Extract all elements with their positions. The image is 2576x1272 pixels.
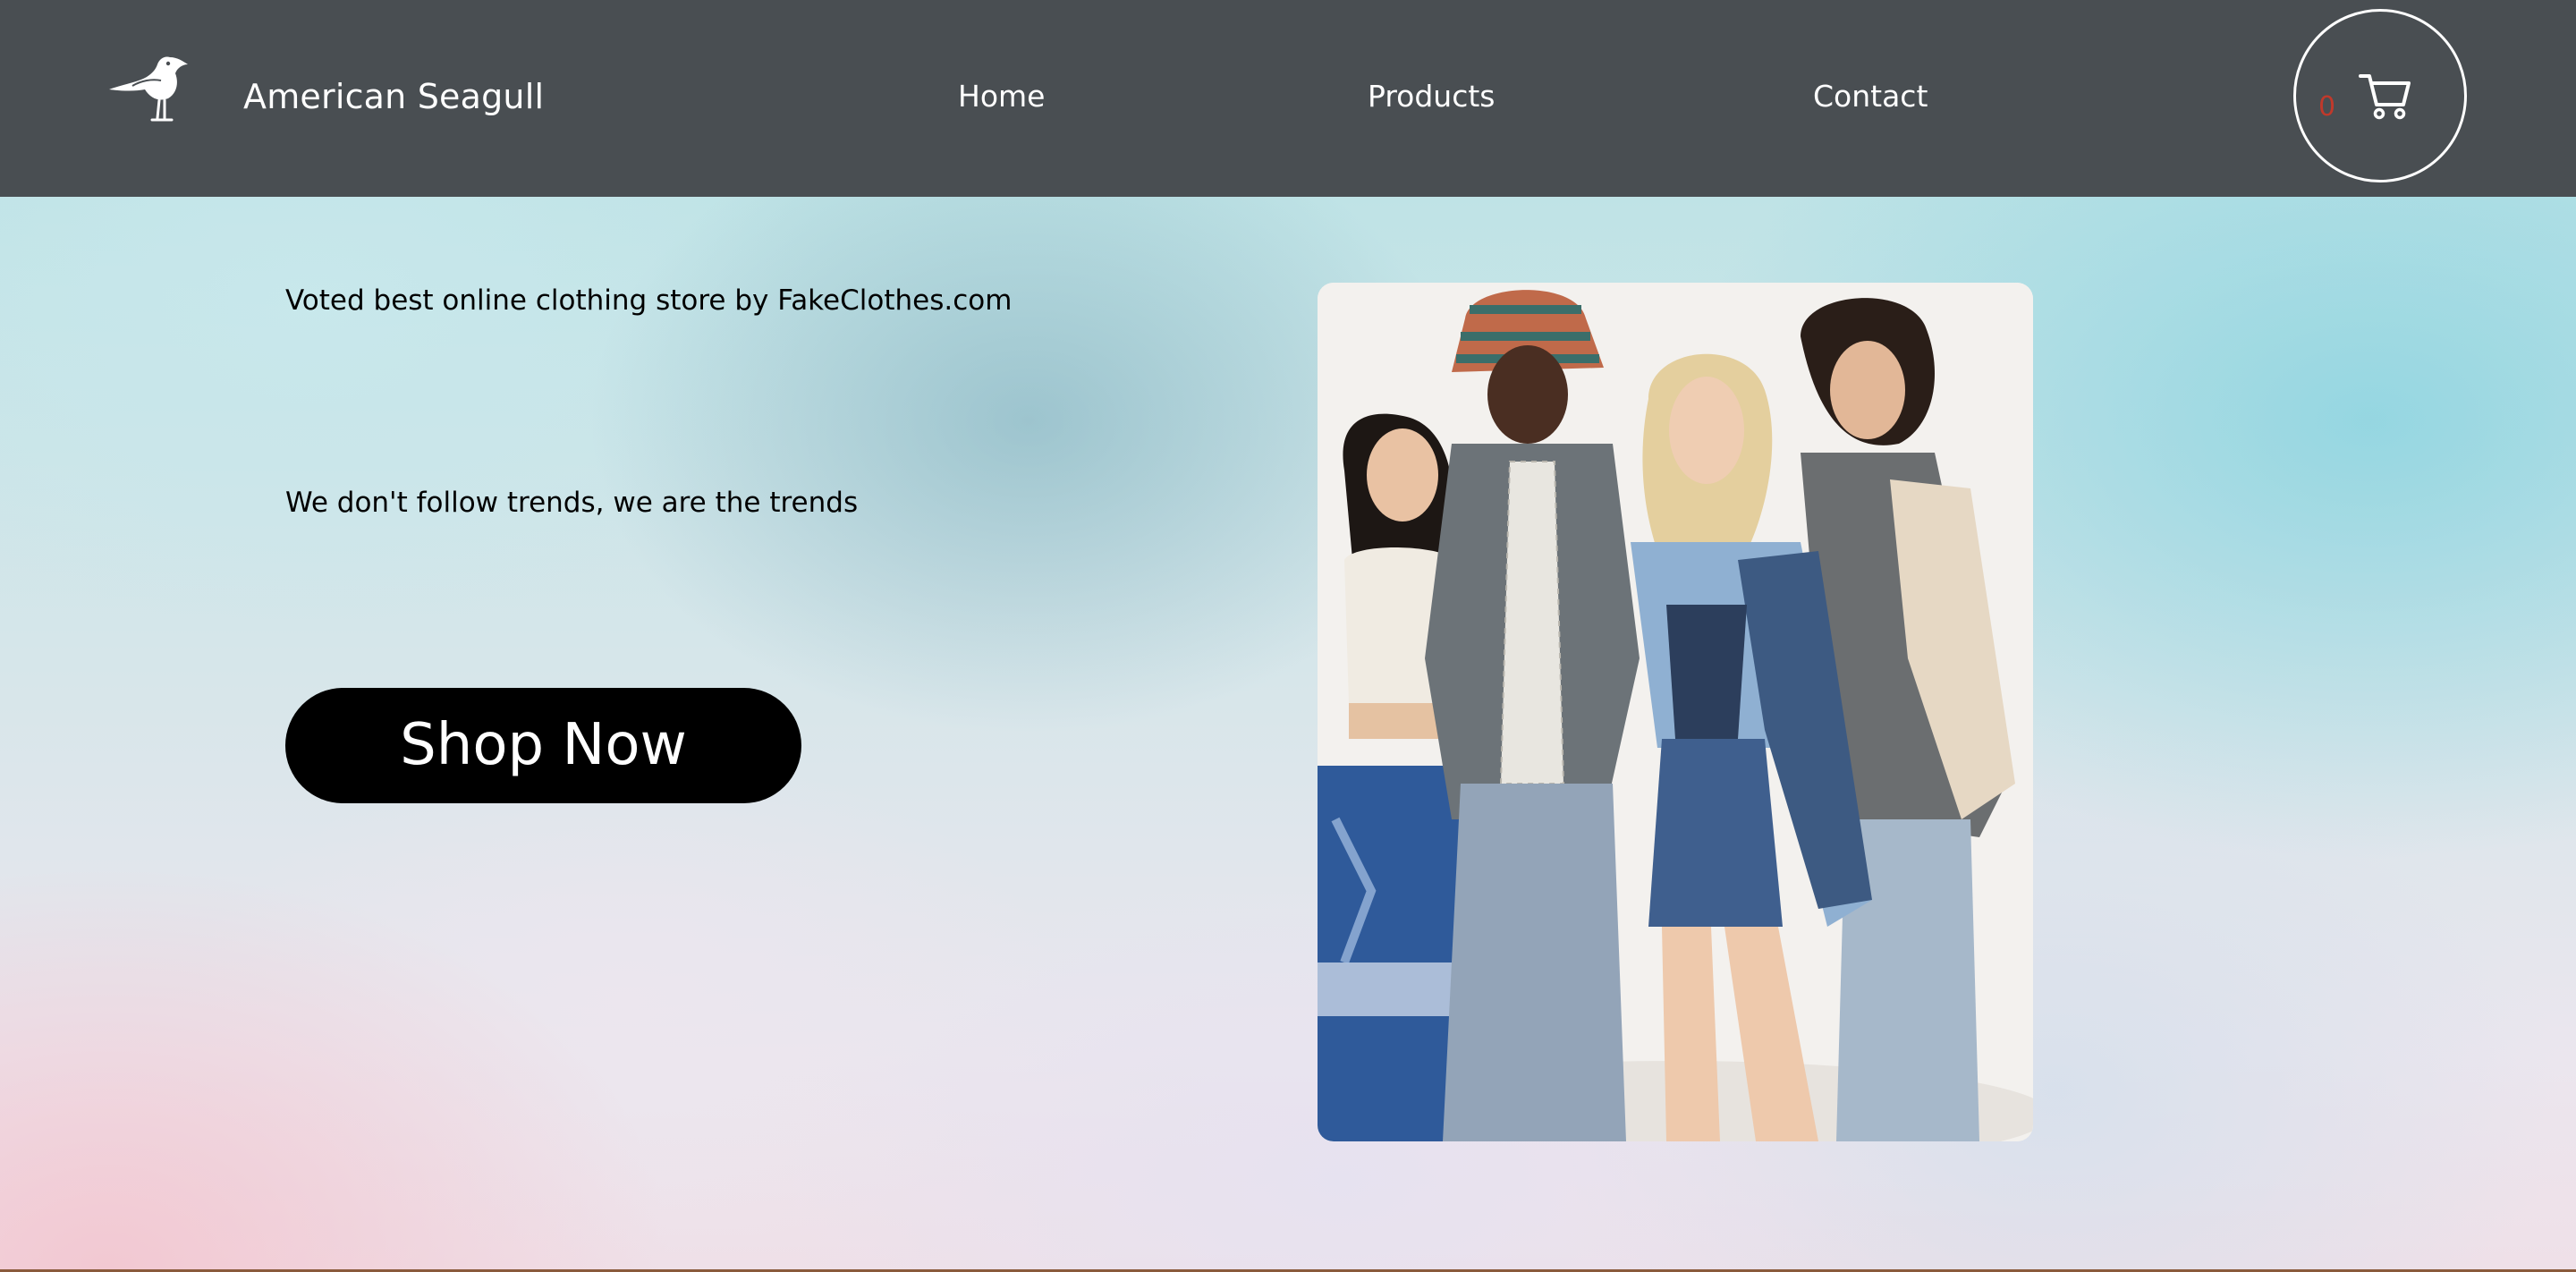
hero-section: Voted best online clothing store by Fake… bbox=[0, 197, 2576, 1272]
page: American Seagull Home Products Contact 0… bbox=[0, 0, 2576, 1272]
nav-link-home[interactable]: Home bbox=[958, 77, 1045, 116]
hero-slogan-text: We don't follow trends, we are the trend… bbox=[285, 487, 859, 519]
models-illustration bbox=[1318, 283, 2033, 1141]
seagull-icon[interactable] bbox=[106, 50, 195, 125]
nav-link-contact[interactable]: Contact bbox=[1813, 77, 1928, 116]
site-header: American Seagull Home Products Contact 0 bbox=[0, 0, 2576, 197]
brand-name[interactable]: American Seagull bbox=[243, 75, 544, 118]
cart-button[interactable]: 0 bbox=[2293, 9, 2467, 182]
shop-now-button[interactable]: Shop Now bbox=[285, 688, 801, 803]
shopping-cart-icon bbox=[2359, 74, 2411, 120]
nav-link-products[interactable]: Products bbox=[1368, 77, 1496, 116]
cart-count-badge: 0 bbox=[2318, 91, 2336, 123]
hero-models-image bbox=[1318, 283, 2033, 1141]
hero-award-text: Voted best online clothing store by Fake… bbox=[285, 284, 1013, 317]
